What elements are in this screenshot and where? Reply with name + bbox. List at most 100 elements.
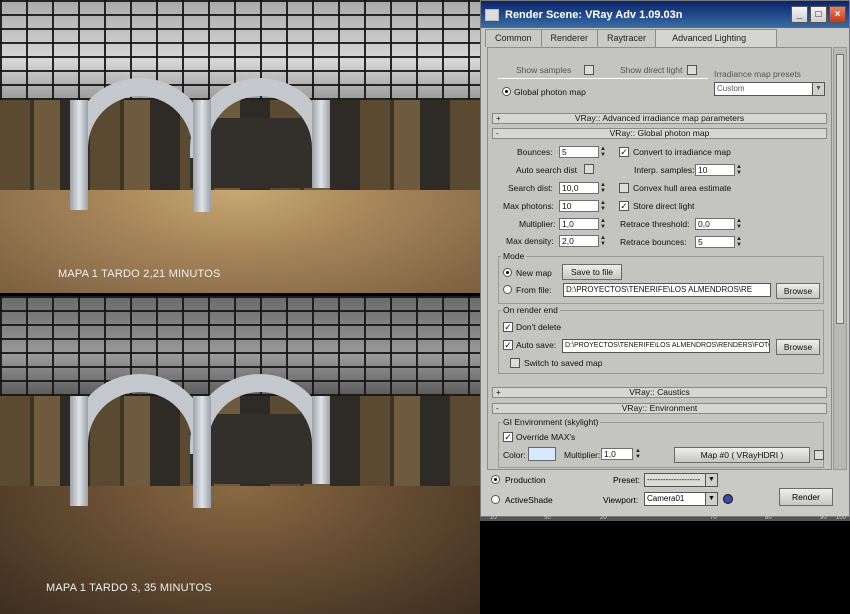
bounces-spinner[interactable]: 5 [559,146,599,158]
rollout-title: VRay:: Global photon map [609,128,710,138]
spinner-arrows-icon[interactable]: ▲ ▼ [736,164,743,176]
ruler-tick: 70 [710,515,717,521]
global-photon-map-label: Global photon map [514,87,586,97]
chevron-down-icon: ▼ [705,474,717,486]
spinner-arrows-icon[interactable]: ▲ ▼ [600,182,607,194]
spinner-arrows-icon[interactable]: ▲ ▼ [635,448,642,460]
store-direct-checkbox[interactable]: ✓ [619,201,629,211]
global-photon-map-radio[interactable] [502,87,511,96]
interp-samples-spinner[interactable]: 10 [695,164,735,176]
convex-hull-checkbox[interactable] [619,183,629,193]
viewport-value: Camera01 [647,494,685,503]
env-multiplier-spinner[interactable]: 1,0 [601,448,633,460]
new-map-label: New map [516,268,552,278]
convert-irradiance-label: Convert to irradiance map [633,147,731,157]
tab-raytracer[interactable]: Raytracer [597,29,657,47]
minimize-button[interactable]: _ [791,6,808,23]
show-direct-light-checkbox[interactable] [687,65,697,75]
rollout-title: VRay:: Advanced irradiance map parameter… [574,113,745,123]
override-max-label: Override MAX's [516,432,576,442]
irradiance-presets-dropdown[interactable]: Custom ▼ [714,82,825,96]
spinner-arrows-icon[interactable]: ▲ ▼ [736,236,743,248]
env-multiplier-label: Multiplier: [564,450,601,460]
expand-icon: + [496,114,501,123]
ruler-tick: 50 [544,515,551,521]
spinner-arrows-icon[interactable]: ▲ ▼ [600,235,607,247]
pillar [193,396,211,508]
pillar [70,100,88,210]
pillar [312,100,330,188]
preset-value: -------------------- [647,475,701,484]
render-preview-bottom: MAPA 1 TARDO 3, 35 MINUTOS [0,296,480,614]
divider [498,78,708,79]
multiplier-label: Multiplier: [519,219,556,229]
convert-irradiance-checkbox[interactable]: ✓ [619,147,629,157]
rollout-caustics[interactable]: + VRay:: Caustics [492,387,827,398]
app-icon [485,8,499,21]
show-samples-checkbox[interactable] [584,65,594,75]
multiplier-spinner[interactable]: 1,0 [559,218,599,230]
maximize-button[interactable]: □ [810,6,827,23]
environment-map-button[interactable]: Map #0 ( VRayHDRI ) [674,447,810,463]
preset-dropdown[interactable]: -------------------- ▼ [644,473,718,487]
bottom-bar: Production ActiveShade Preset: ---------… [481,471,849,517]
spinner-arrows-icon[interactable]: ▲ ▼ [600,146,607,158]
mode-group-title: Mode [501,251,527,261]
panel-scrollbar[interactable] [833,47,847,470]
save-to-file-button[interactable]: Save to file [562,264,622,280]
lock-icon[interactable] [723,494,733,504]
spinner-arrows-icon[interactable]: ▲ ▼ [600,200,607,212]
close-button[interactable]: × [829,6,846,23]
render-caption-bottom: MAPA 1 TARDO 3, 35 MINUTOS [46,582,212,594]
search-dist-spinner[interactable]: 10,0 [559,182,599,194]
preset-label: Preset: [613,475,640,485]
new-map-radio[interactable] [503,268,512,277]
rollout-adv-irradiance[interactable]: + VRay:: Advanced irradiance map paramet… [492,113,827,124]
tab-advanced-lighting[interactable]: Advanced Lighting [655,29,778,48]
on-render-end-title: On render end [501,305,560,315]
show-direct-light-label: Show direct light [620,65,683,75]
dont-delete-label: Don't delete [516,322,562,332]
tab-common[interactable]: Common [485,29,542,47]
collapse-icon: - [496,404,499,413]
activeshade-radio[interactable] [491,495,500,504]
color-label: Color: [503,450,526,460]
rollout-title: VRay:: Caustics [629,387,690,397]
retrace-bounces-spinner[interactable]: 5 [695,236,735,248]
from-file-path[interactable]: D:\PROYECTOS\TENERIFE\LOS ALMENDROS\RE [563,283,771,297]
max-density-spinner[interactable]: 2,0 [559,235,599,247]
viewport-dropdown[interactable]: Camera01 ▼ [644,492,718,506]
tab-renderer[interactable]: Renderer [540,29,599,47]
irradiance-presets-label: Irradiance map presets [714,69,801,79]
switch-saved-checkbox[interactable] [510,358,520,368]
auto-save-path[interactable]: D:\PROYECTOS\TENERIFE\LOS ALMENDROS\REND… [562,339,770,353]
gi-environment-title: GI Environment (skylight) [501,417,601,427]
rollout-global-photon[interactable]: - VRay:: Global photon map [492,128,827,139]
spinner-arrows-icon[interactable]: ▲ ▼ [736,218,743,230]
from-file-radio[interactable] [503,285,512,294]
scroll-thumb[interactable] [836,54,844,324]
skylight-color-swatch[interactable] [528,447,556,461]
rollout-environment[interactable]: - VRay:: Environment [492,403,827,414]
render-scene-dialog: Render Scene: VRay Adv 1.09.03n _ □ × Co… [480,0,850,517]
bounces-label: Bounces: [517,147,553,157]
auto-search-dist-checkbox[interactable] [584,164,594,174]
spinner-arrows-icon[interactable]: ▲ ▼ [600,218,607,230]
auto-save-browse-button[interactable]: Browse [776,339,820,355]
timeline-ruler[interactable]: 10 50 20 70 80 90 100 [480,515,850,521]
retrace-threshold-spinner[interactable]: 0,0 [695,218,735,230]
override-max-checkbox[interactable]: ✓ [503,432,513,442]
dont-delete-checkbox[interactable]: ✓ [503,322,513,332]
browse-button[interactable]: Browse [776,283,820,299]
title-bar[interactable]: Render Scene: VRay Adv 1.09.03n _ □ × [481,1,849,28]
ruler-tick: 100 [836,515,847,521]
auto-save-checkbox[interactable]: ✓ [503,340,513,350]
max-photons-spinner[interactable]: 10 [559,200,599,212]
render-button[interactable]: Render [779,488,833,506]
auto-save-label: Auto save: [516,340,557,350]
production-radio[interactable] [491,475,500,484]
convex-hull-label: Convex hull area estimate [633,183,732,193]
show-samples-label: Show samples [516,65,572,75]
ruler-tick: 80 [765,515,772,521]
environment-map-checkbox[interactable] [814,450,824,460]
